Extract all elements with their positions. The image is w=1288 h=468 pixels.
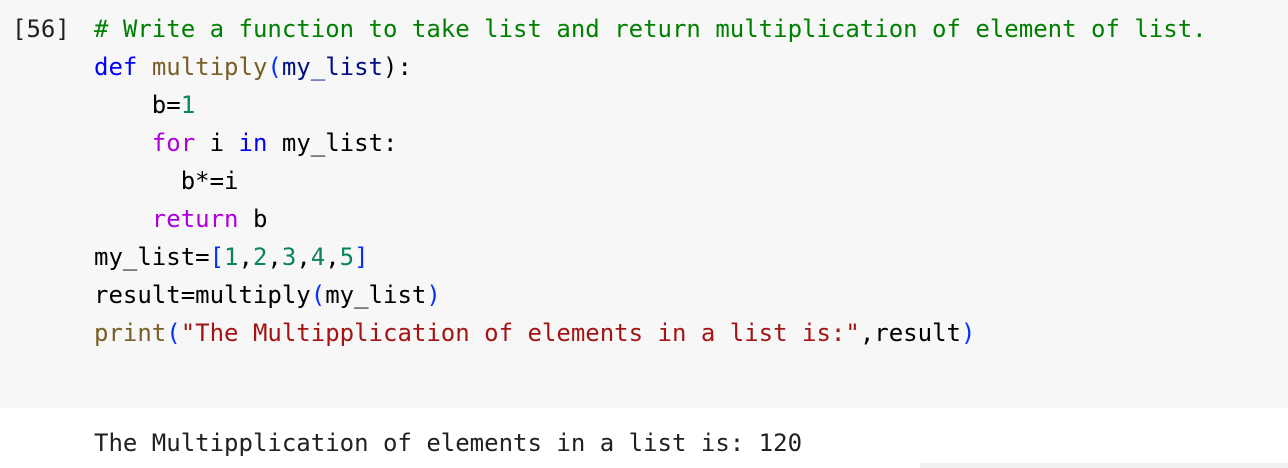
code-token: in	[238, 129, 268, 157]
code-token: 2	[252, 243, 268, 271]
output-scrollbar[interactable]	[920, 463, 1288, 468]
code-token: print	[94, 319, 167, 347]
code-token: (	[310, 281, 326, 309]
code-token: i	[195, 129, 239, 157]
code-editor[interactable]: # Write a function to take list and retu…	[94, 10, 1207, 352]
code-token: ,result	[859, 319, 961, 347]
code-token: my_list	[281, 53, 384, 81]
code-token: my_list=	[94, 243, 210, 271]
code-cell[interactable]: [56] # Write a function to take list and…	[0, 0, 1288, 408]
code-line: b*=i	[94, 162, 1207, 200]
code-token: def	[94, 53, 138, 81]
code-token: (	[166, 319, 181, 347]
code-token: [	[209, 243, 225, 271]
code-token: 1	[224, 243, 239, 271]
code-line: result=multiply(my_list)	[94, 276, 1207, 314]
code-token: ,	[238, 243, 253, 271]
code-line: b=1	[94, 86, 1207, 124]
code-token: for	[151, 129, 196, 157]
code-token: ,	[267, 243, 282, 271]
code-token: ,	[296, 243, 311, 271]
code-token: multiply	[151, 53, 268, 81]
cell-output: The Multipplication of elements in a lis…	[0, 408, 1288, 468]
code-token: )	[426, 281, 441, 309]
code-token: 5	[339, 243, 355, 271]
code-token: return	[151, 205, 239, 233]
code-line: my_list=[1,2,3,4,5]	[94, 238, 1207, 276]
output-text: The Multipplication of elements in a lis…	[94, 429, 803, 457]
code-token: 4	[310, 243, 326, 271]
code-token: ):	[383, 53, 412, 81]
code-token: =	[166, 91, 181, 119]
execution-count: [56]	[12, 15, 70, 43]
code-line: def multiply(my_list):	[94, 48, 1207, 86]
code-token: # Write a function to take list and retu…	[94, 15, 1207, 43]
code-token: (	[267, 53, 282, 81]
code-token: 1	[180, 91, 196, 119]
code-token: my_list	[325, 281, 427, 309]
code-token: b	[238, 205, 268, 233]
code-token: "The Multipplication of elements in a li…	[180, 319, 860, 347]
code-token: ]	[354, 243, 369, 271]
code-token: my_list:	[267, 129, 398, 157]
code-token: b	[151, 91, 167, 119]
code-token: result=multiply	[94, 281, 311, 309]
code-line: return b	[94, 200, 1207, 238]
code-line: for i in my_list:	[94, 124, 1207, 162]
code-token: )	[960, 319, 976, 347]
code-token: 3	[281, 243, 297, 271]
code-token: ,	[325, 243, 340, 271]
code-line: # Write a function to take list and retu…	[94, 10, 1207, 48]
code-line: print("The Multipplication of elements i…	[94, 314, 1207, 352]
code-token: b*=i	[180, 167, 239, 195]
